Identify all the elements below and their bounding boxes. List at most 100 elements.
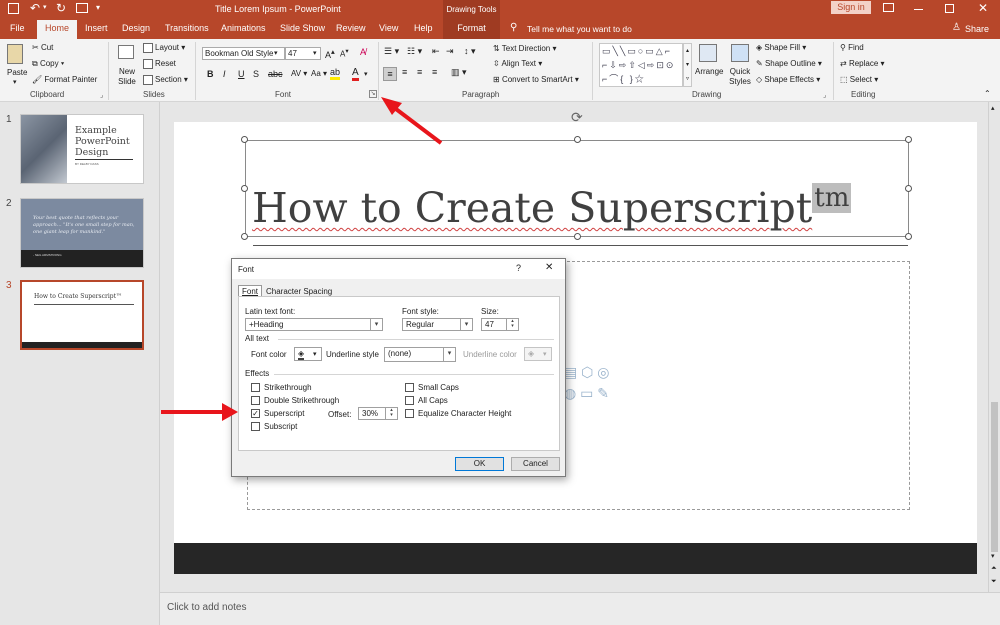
shape-fill-button[interactable]: ◈ Shape Fill ▾	[756, 43, 806, 52]
align-right-icon[interactable]: ≡	[417, 67, 422, 77]
tab-help[interactable]: Help	[414, 23, 433, 33]
slideshow-start-icon[interactable]	[76, 3, 88, 13]
font-dialog-launcher-icon[interactable]: ↘	[369, 90, 377, 98]
copy-button[interactable]: ⧉ Copy ▾	[32, 59, 64, 69]
cancel-button[interactable]: Cancel	[511, 457, 560, 471]
align-left-icon[interactable]: ≡	[383, 67, 397, 81]
resize-handle-se[interactable]	[905, 233, 912, 240]
section-button[interactable]: Section ▾	[143, 75, 188, 85]
justify-icon[interactable]: ≡	[432, 67, 437, 77]
subscript-checkbox[interactable]	[251, 422, 260, 431]
tab-insert[interactable]: Insert	[85, 23, 108, 33]
increase-font-icon[interactable]: A▴	[325, 47, 335, 60]
all-caps-checkbox[interactable]	[405, 396, 414, 405]
font-size-dropdown-icon[interactable]: ▾	[313, 49, 317, 57]
shapes-gallery[interactable]: ▭╲╲▭○▭△⌐ ⌐⇩⇨⇧◁⇨⊡⊙ ⌐⌒{ }☆	[599, 43, 683, 87]
change-case-icon[interactable]: Aa ▾	[311, 69, 327, 78]
decrease-indent-icon[interactable]: ⇤	[432, 46, 440, 57]
notes-pane[interactable]: Click to add notes	[160, 592, 1000, 625]
character-spacing-icon[interactable]: AV ▾	[291, 69, 307, 78]
tab-home[interactable]: Home	[37, 20, 78, 39]
restore-icon[interactable]	[945, 4, 954, 13]
minimize-icon[interactable]	[914, 9, 923, 10]
quick-styles-button[interactable]: Quick Styles	[728, 67, 752, 87]
superscript-checkbox[interactable]: ✓	[251, 409, 260, 418]
resize-handle-sw[interactable]	[241, 233, 248, 240]
dialog-close-icon[interactable]: ✕	[545, 262, 553, 273]
undo-icon[interactable]: ↶	[30, 1, 40, 15]
tab-view[interactable]: View	[379, 23, 398, 33]
paste-dropdown-icon[interactable]: ▾	[13, 78, 17, 86]
resize-handle-e[interactable]	[905, 185, 912, 192]
tab-review[interactable]: Review	[336, 23, 366, 33]
customize-qat-icon[interactable]: ▾	[96, 3, 100, 12]
layout-button[interactable]: Layout ▾	[143, 43, 185, 53]
slide-thumbnail-1[interactable]: Example PowerPoint Design BY DELBY DASS	[20, 114, 144, 184]
tab-animations[interactable]: Animations	[221, 23, 266, 33]
spinner-arrows-icon[interactable]: ▴ ▾	[506, 319, 518, 330]
bold-icon[interactable]: B	[207, 69, 214, 79]
offset-spinner[interactable]: 30% ▴ ▾	[358, 407, 398, 420]
rotate-handle-icon[interactable]: ⟳	[571, 109, 583, 126]
shape-outline-button[interactable]: ✎ Shape Outline ▾	[756, 59, 822, 68]
tab-slide-show[interactable]: Slide Show	[280, 23, 325, 33]
resize-handle-nw[interactable]	[241, 136, 248, 143]
scroll-thumb[interactable]	[991, 402, 998, 552]
tab-file[interactable]: File	[10, 23, 25, 33]
vertical-scrollbar[interactable]: ▴ ▾ ⏶ ⏷	[988, 102, 1000, 592]
collapse-ribbon-icon[interactable]: ⌃	[984, 89, 991, 98]
line-spacing-icon[interactable]: ↕ ▾	[464, 46, 476, 57]
arrange-icon[interactable]	[699, 44, 717, 62]
equalize-height-checkbox[interactable]	[405, 409, 414, 418]
decrease-font-icon[interactable]: A▾	[340, 47, 349, 59]
tab-transitions[interactable]: Transitions	[165, 23, 209, 33]
font-style-combo[interactable]: Regular ▾	[402, 318, 473, 331]
tab-design[interactable]: Design	[122, 23, 150, 33]
resize-handle-n[interactable]	[574, 136, 581, 143]
shadow-icon[interactable]: S	[253, 69, 259, 79]
strikethrough-icon[interactable]: abc	[268, 69, 283, 79]
font-name-field[interactable]: Bookman Old Style	[202, 47, 285, 60]
scroll-down-icon[interactable]: ▾	[991, 552, 995, 560]
arrange-button[interactable]: Arrange	[695, 67, 723, 76]
scroll-up-icon[interactable]: ▴	[991, 104, 995, 112]
columns-icon[interactable]: ▥ ▾	[451, 67, 467, 78]
next-slide-icon[interactable]: ⏷	[991, 578, 997, 586]
cut-button[interactable]: ✂ Cut	[32, 43, 53, 52]
shapes-scroll-icon[interactable]: ▴ ▾ ▿	[683, 43, 692, 87]
drawing-launcher-icon[interactable]: ⌟	[823, 91, 826, 99]
resize-handle-s[interactable]	[574, 233, 581, 240]
find-button[interactable]: ⚲ Find	[840, 43, 864, 52]
small-caps-checkbox[interactable]	[405, 383, 414, 392]
strikethrough-checkbox[interactable]	[251, 383, 260, 392]
paste-icon[interactable]	[7, 44, 23, 64]
font-color-dropdown-icon[interactable]: ▾	[364, 70, 368, 78]
replace-button[interactable]: ⇄ Replace ▾	[840, 59, 885, 68]
clear-formatting-icon[interactable]: A̸	[360, 47, 366, 57]
highlight-icon[interactable]: ab	[330, 67, 341, 80]
close-window-icon[interactable]: ✕	[978, 1, 988, 15]
chevron-down-icon[interactable]: ▾	[443, 348, 455, 361]
sign-in-button[interactable]: Sign in	[831, 1, 871, 14]
chevron-down-icon[interactable]: ▾	[370, 319, 382, 330]
font-color-icon[interactable]: A	[352, 67, 359, 81]
chevron-down-icon[interactable]: ▾	[460, 319, 472, 330]
undo-dropdown-icon[interactable]: ▾	[43, 3, 47, 11]
format-painter-button[interactable]: 🖌 Format Painter	[32, 75, 97, 84]
underline-style-combo[interactable]: (none) ▾	[384, 347, 456, 362]
size-spinner[interactable]: 47 ▴ ▾	[481, 318, 519, 331]
select-button[interactable]: ⬚ Select ▾	[840, 75, 878, 84]
new-slide-button[interactable]: New Slide	[114, 67, 140, 87]
font-name-dropdown-icon[interactable]: ▾	[274, 49, 278, 57]
increase-indent-icon[interactable]: ⇥	[446, 46, 454, 57]
ribbon-display-icon[interactable]	[883, 3, 894, 12]
spinner-arrows-icon[interactable]: ▴ ▾	[385, 408, 397, 419]
tab-format[interactable]: Format	[443, 19, 500, 39]
italic-icon[interactable]: I	[223, 69, 226, 79]
share-button[interactable]: Share	[965, 24, 989, 34]
clipboard-launcher-icon[interactable]: ⌟	[100, 91, 103, 99]
underline-icon[interactable]: U	[238, 69, 245, 79]
align-text-button[interactable]: ⇳ Align Text ▾	[493, 59, 542, 68]
reset-button[interactable]: Reset	[143, 59, 176, 69]
resize-handle-w[interactable]	[241, 185, 248, 192]
